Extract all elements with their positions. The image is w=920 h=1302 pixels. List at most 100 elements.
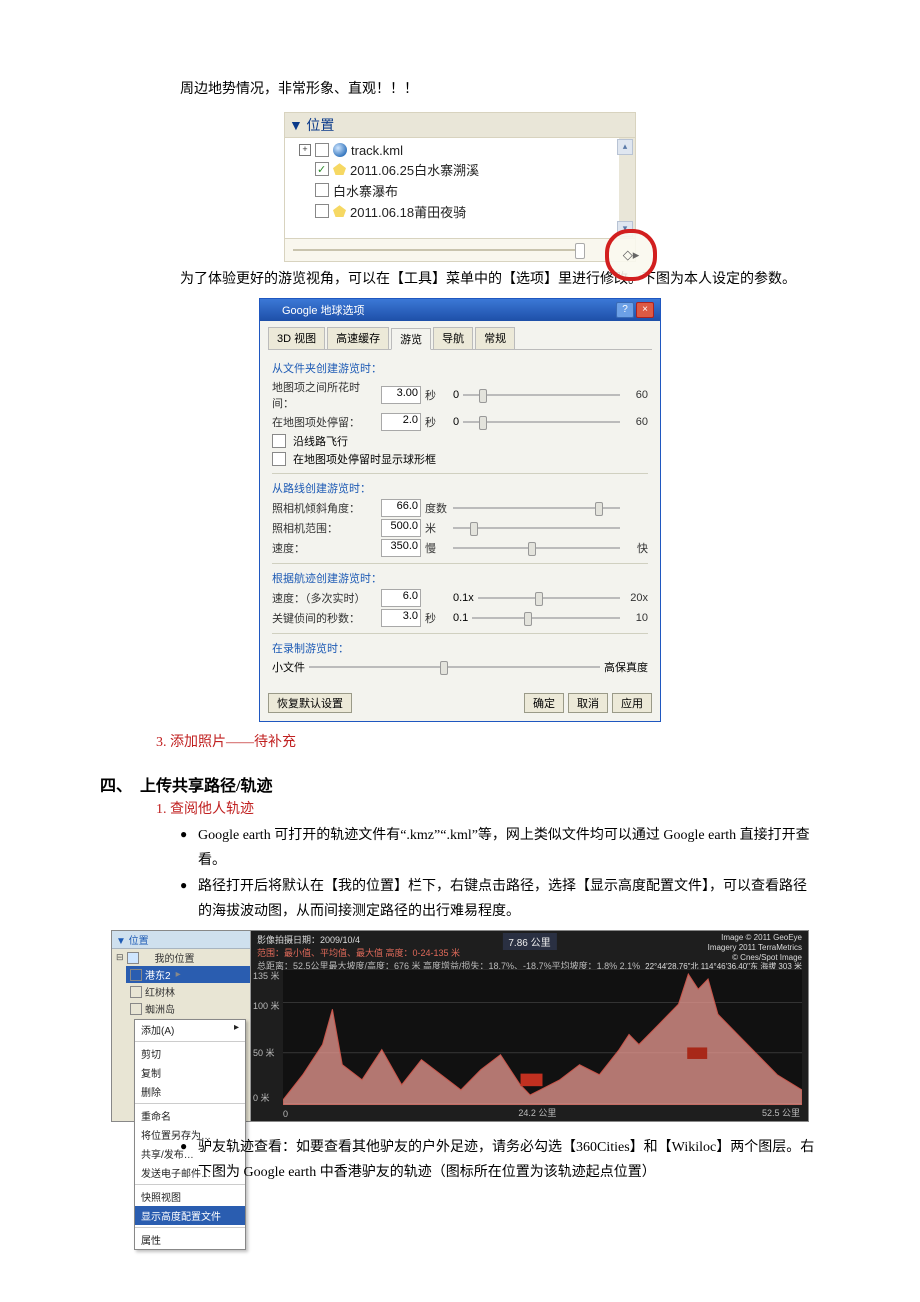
close-button[interactable]: × <box>636 302 654 318</box>
lbl-tilt: 照相机倾斜角度： <box>272 500 377 516</box>
ctx-add[interactable]: 添加(A)▸ <box>135 1020 245 1039</box>
max-label: 10 <box>624 612 648 624</box>
bullet-wikiloc: 驴友轨迹查看：如要查看其他驴友的户外足迹，请务必勾选【360Cities】和【W… <box>180 1136 820 1185</box>
checkbox[interactable] <box>315 162 329 176</box>
tree-item-waterfall[interactable]: 白水寨瀑布 <box>299 180 617 201</box>
tab-nav[interactable]: 导航 <box>433 327 473 349</box>
max-label: 20x <box>624 592 648 604</box>
tree-label: 白水寨瀑布 <box>333 181 398 200</box>
play-tour-icon[interactable]: ◇▸ <box>623 247 640 263</box>
ytick: 135 米 <box>253 969 280 982</box>
stats-line1: 范围：最小值、平均值、最大值 高度：0-24-135 米 <box>257 948 460 958</box>
app-icon <box>266 304 278 316</box>
input-track-speed[interactable]: 6.0 <box>381 589 421 607</box>
lbl-range: 照相机范围： <box>272 520 377 536</box>
opacity-slider[interactable]: ◇▸ <box>285 238 635 261</box>
xtick: 52.5 公里 <box>762 1106 800 1119</box>
options-dialog: Google 地球选项 ? × 3D 视图 高速缓存 游览 导航 常规 从文件夹… <box>259 298 661 722</box>
chk-fly-along[interactable] <box>272 434 286 448</box>
play-tour-highlight: ◇▸ <box>605 229 657 281</box>
para-terrain: 周边地势情况，非常形象、直观！！！ <box>180 78 820 102</box>
path-icon <box>333 205 346 217</box>
max-label: 60 <box>624 416 648 428</box>
input-range[interactable]: 500.0 <box>381 519 421 537</box>
places-tree: + track.kml 2011.06.25白水寨溯溪 白水寨瀑布 2011.0… <box>285 138 635 238</box>
tab-cache[interactable]: 高速缓存 <box>327 327 389 349</box>
chk-show-balloon[interactable] <box>272 452 286 466</box>
ytick: 50 米 <box>253 1046 275 1059</box>
section4-list: 查阅他人轨迹 <box>100 799 820 821</box>
checkbox[interactable] <box>315 204 329 218</box>
slider-speed[interactable] <box>453 547 620 549</box>
scroll-up-icon[interactable]: ▴ <box>617 139 633 155</box>
section4-heading: 四、 上传共享路径/轨迹 <box>100 772 820 796</box>
tab-tour[interactable]: 游览 <box>391 328 431 350</box>
path-icon <box>333 163 346 175</box>
input-speed[interactable]: 350.0 <box>381 539 421 557</box>
slider-quality[interactable] <box>309 666 600 668</box>
section-from-folder: 从文件夹创建游览时： <box>272 360 648 376</box>
ctx-rename[interactable]: 重命名 <box>135 1106 245 1125</box>
dialog-title: Google 地球选项 <box>282 302 365 318</box>
places-header[interactable]: ▼ 位置 <box>285 113 635 138</box>
para-options: 为了体验更好的游览视角，可以在【工具】菜单中的【选项】里进行修改。下图为本人设定… <box>180 268 820 292</box>
left-item[interactable]: 蜘洲岛 <box>126 1000 250 1017</box>
tab-strip: 3D 视图 高速缓存 游览 导航 常规 <box>260 321 660 349</box>
unit-deg: 度数 <box>425 500 449 516</box>
ctx-copy[interactable]: 复制 <box>135 1063 245 1082</box>
globe-icon <box>142 953 152 963</box>
input-tilt[interactable]: 66.0 <box>381 499 421 517</box>
unit-sec: 秒 <box>425 610 449 626</box>
ctx-delete[interactable]: 删除 <box>135 1082 245 1101</box>
restore-defaults-button[interactable]: 恢复默认设置 <box>268 693 352 713</box>
tree-label: 2011.06.25白水寨溯溪 <box>350 160 479 179</box>
lbl-small-file: 小文件 <box>272 659 305 675</box>
ytick: 0 米 <box>253 1091 270 1104</box>
cancel-button[interactable]: 取消 <box>568 693 608 713</box>
tree-label: 2011.06.18莆田夜骑 <box>350 202 466 221</box>
lbl-wait-at: 在地图项处停留： <box>272 414 377 430</box>
help-button[interactable]: ? <box>616 302 634 318</box>
tab-general[interactable]: 常规 <box>475 327 515 349</box>
apply-button[interactable]: 应用 <box>612 693 652 713</box>
kml-globe-icon <box>333 143 347 157</box>
left-item[interactable]: 红树林 <box>126 983 250 1000</box>
left-item[interactable]: 港东2▸ <box>126 966 250 983</box>
tree-item-putian-ride[interactable]: 2011.06.18莆田夜骑 <box>299 201 617 222</box>
myplaces-item[interactable]: ⊟ 我的位置 <box>112 949 250 966</box>
left-places-header[interactable]: ▼ 位置 <box>112 931 250 949</box>
section-from-route: 从路线创建游览时： <box>272 480 648 496</box>
slider-time-between[interactable] <box>463 394 620 396</box>
min-label: 0.1 <box>453 612 468 624</box>
expand-icon[interactable]: + <box>299 144 311 156</box>
xtick: 0 <box>283 1109 288 1119</box>
slider-wait-at[interactable] <box>463 421 620 423</box>
collapse-icon: ▼ <box>289 119 303 134</box>
input-keyframe-sec[interactable]: 3.0 <box>381 609 421 627</box>
tree-item-baishuizhai-trek[interactable]: 2011.06.25白水寨溯溪 <box>299 159 617 180</box>
input-wait-at[interactable]: 2.0 <box>381 413 421 431</box>
elevation-plot <box>283 969 802 1105</box>
xtick: 24.2 公里 <box>518 1106 556 1119</box>
ctx-properties[interactable]: 属性 <box>135 1230 245 1249</box>
tab-3dview[interactable]: 3D 视图 <box>268 327 325 349</box>
ordered-list: 添加照片——待补充 <box>100 732 820 754</box>
slider-track-speed[interactable] <box>478 597 620 599</box>
sub-view-others-tracks: 查阅他人轨迹 <box>170 799 820 821</box>
input-time-between[interactable]: 3.00 <box>381 386 421 404</box>
ok-button[interactable]: 确定 <box>524 693 564 713</box>
slider-keyframe[interactable] <box>472 617 620 619</box>
elevation-chart: 7.86 公里 Image © 2011 GeoEye Imagery 2011… <box>251 931 808 1121</box>
slider-range[interactable] <box>453 527 620 529</box>
ctx-cut[interactable]: 剪切 <box>135 1044 245 1063</box>
slider-tilt[interactable] <box>453 507 620 509</box>
imagery-date: 影像拍摄日期：2009/10/4 <box>257 935 360 945</box>
checkbox[interactable] <box>315 183 329 197</box>
tree-label: track.kml <box>351 143 403 158</box>
tree-item-track[interactable]: + track.kml <box>299 142 617 159</box>
lbl-speed: 速度： <box>272 540 377 556</box>
ctx-snapshot[interactable]: 快照视图 <box>135 1187 245 1206</box>
ctx-elevation-profile[interactable]: 显示高度配置文件 <box>135 1206 245 1225</box>
lbl-show-balloon: 在地图项处停留时显示球形框 <box>293 451 436 467</box>
checkbox[interactable] <box>315 143 329 157</box>
